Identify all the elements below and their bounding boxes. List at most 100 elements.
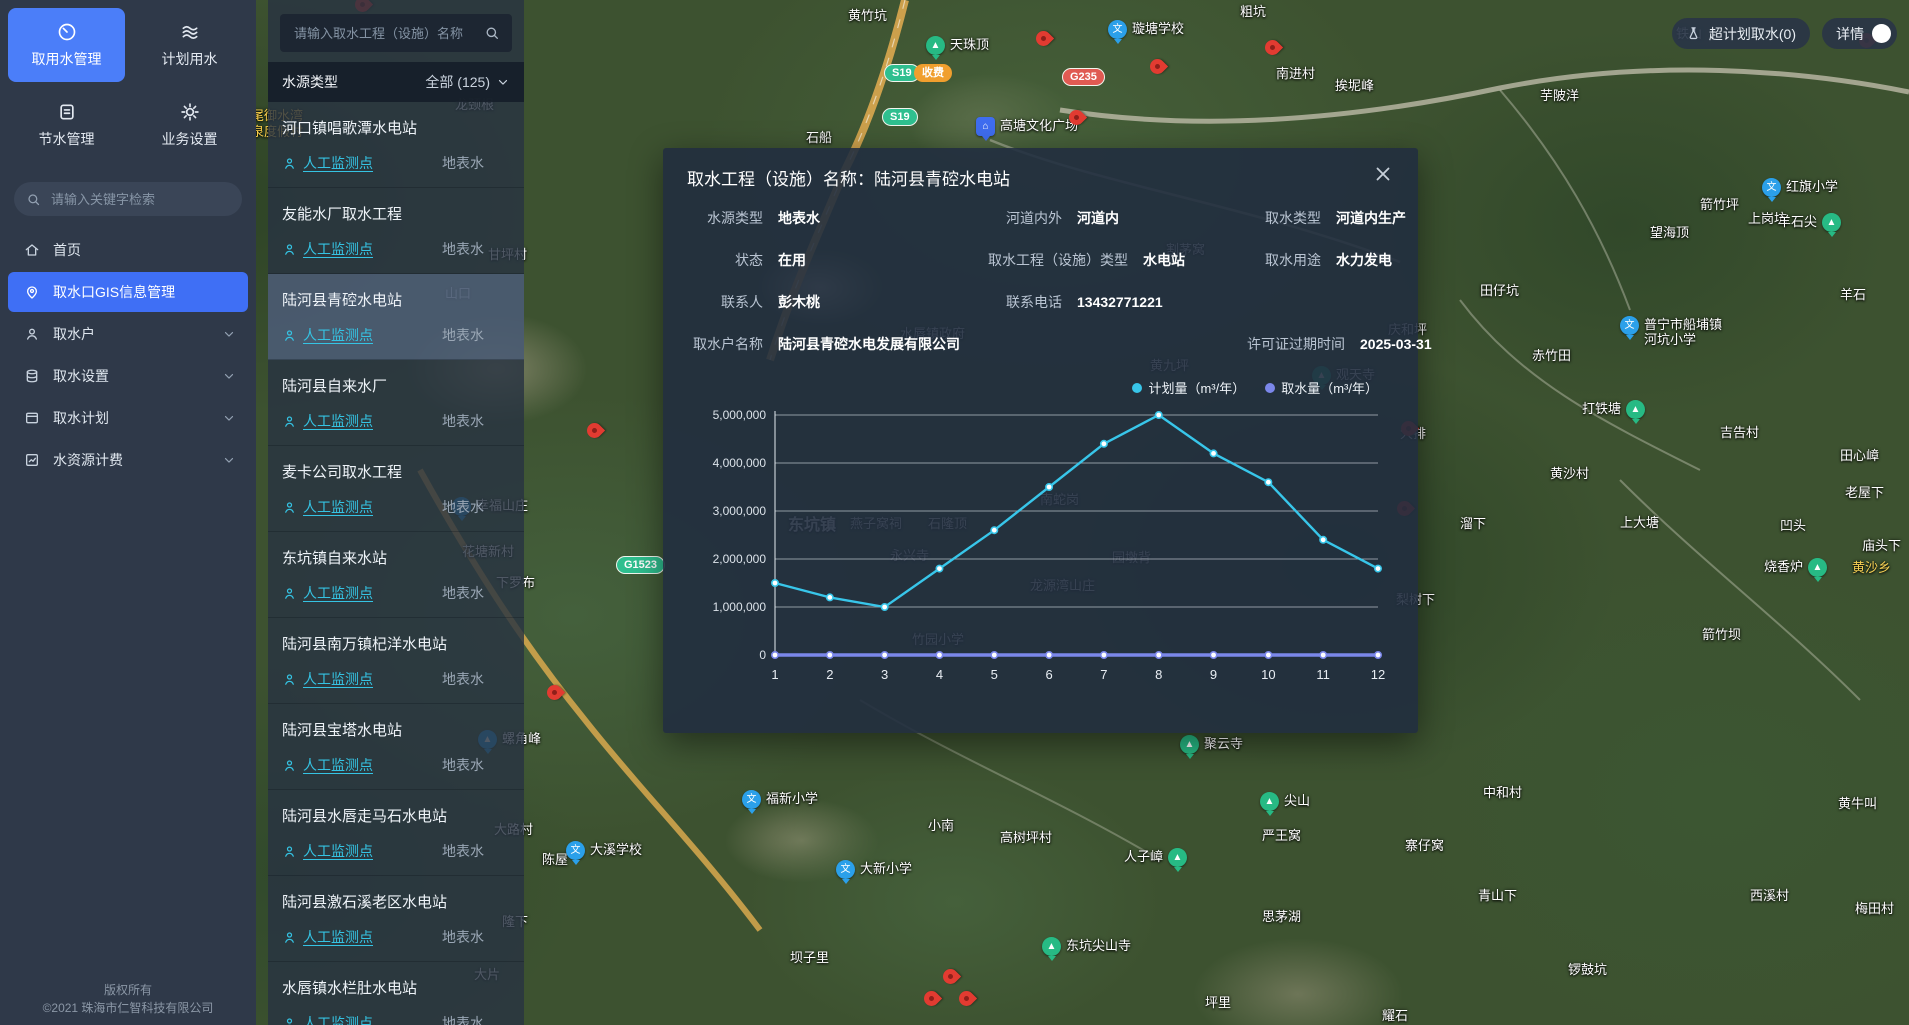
station-search-input[interactable] [292, 25, 484, 42]
module-label: 业务设置 [162, 129, 218, 149]
sidebar-item-label: 首页 [53, 240, 236, 260]
map-pin-icon[interactable] [940, 966, 961, 987]
manual-monitor-link[interactable]: 人工监测点 [282, 497, 442, 517]
map-pin-icon[interactable] [1033, 28, 1054, 49]
station-list-item[interactable]: 陆河县青硿水电站人工监测点地表水 [268, 274, 524, 360]
sidebar-item-intake-gis[interactable]: 取水口GIS信息管理 [8, 272, 248, 312]
map-pin-icon[interactable] [584, 420, 605, 441]
module-water-saving-mgmt[interactable]: 节水管理 [8, 88, 125, 162]
monitor-label: 人工监测点 [303, 583, 373, 603]
station-name: 河口镇唱歌潭水电站 [282, 117, 510, 138]
sidebar-item-intake-plan[interactable]: 取水计划 [8, 398, 248, 438]
app-window: 黄竹坑粗坑南进村挨坭峰芋陂洋铁山石船龙颈根甘坪村山口花塘新村下罗布大路村陈屋隆下… [0, 0, 1909, 1025]
sidebar-item-intake-settings[interactable]: 取水设置 [8, 356, 248, 396]
map-pin-icon[interactable] [1147, 56, 1168, 77]
station-list-item[interactable]: 友能水厂取水工程人工监测点地表水 [268, 188, 524, 274]
svg-text:6: 6 [1045, 667, 1052, 682]
poi-label: 东坑尖山寺 [1066, 938, 1131, 953]
search-icon[interactable] [484, 25, 500, 41]
station-list-item[interactable]: 水唇镇水栏肚水电站人工监测点地表水 [268, 962, 524, 1025]
map-label: 小南 [928, 818, 954, 833]
map-label: 芋陂洋 [1540, 88, 1579, 103]
monitor-label: 人工监测点 [303, 411, 373, 431]
poi-marker-icon: ⌂ [976, 117, 995, 136]
svg-text:3,000,000: 3,000,000 [713, 504, 767, 518]
manual-monitor-link[interactable]: 人工监测点 [282, 583, 442, 603]
road-badge: 收费 [914, 64, 952, 82]
person-icon [282, 328, 297, 343]
poi-label: 聚云寺 [1204, 736, 1243, 751]
station-list-item[interactable]: 陆河县激石溪老区水电站人工监测点地表水 [268, 876, 524, 962]
sidebar-item-water-billing[interactable]: 水资源计费 [8, 440, 248, 480]
station-list-item[interactable]: 河口镇唱歌潭水电站人工监测点地表水 [268, 102, 524, 188]
station-list-item[interactable]: 陆河县自来水厂人工监测点地表水 [268, 360, 524, 446]
manual-monitor-link[interactable]: 人工监测点 [282, 1013, 442, 1025]
sidebar: 取用水管理计划用水节水管理业务设置 首页取水口GIS信息管理取水户取水设置取水计… [0, 0, 256, 1025]
detail-label: 详情 [1836, 24, 1864, 44]
map-label: 高树坪村 [1000, 830, 1052, 845]
manual-monitor-link[interactable]: 人工监测点 [282, 239, 442, 259]
map-label: 锣鼓坑 [1568, 962, 1607, 977]
map-label: 中和村 [1483, 785, 1522, 800]
module-business-settings[interactable]: 业务设置 [131, 88, 248, 162]
modal-fields: 水源类型地表水河道内外河道内取水类型河道内生产状态在用取水工程（设施）类型水电站… [663, 208, 1418, 354]
monitor-label: 人工监测点 [303, 153, 373, 173]
field-label: 取水类型 [1247, 208, 1321, 228]
keyword-search-input[interactable] [49, 191, 230, 208]
map-label: 吉告村 [1720, 425, 1759, 440]
station-list-item[interactable]: 陆河县水唇走马石水电站人工监测点地表水 [268, 790, 524, 876]
field-label: 水源类型 [689, 208, 763, 228]
close-icon[interactable] [1372, 163, 1394, 185]
map-poi-icon: ▲尖山 [1260, 792, 1310, 811]
map-label: 耀石 [1382, 1008, 1408, 1023]
poi-label: 天珠顶 [950, 37, 989, 52]
svg-text:5,000,000: 5,000,000 [713, 408, 767, 422]
module-water-intake-mgmt[interactable]: 取用水管理 [8, 8, 125, 82]
sidebar-item-home[interactable]: 首页 [8, 230, 248, 270]
station-list-item[interactable]: 东坑镇自来水站人工监测点地表水 [268, 532, 524, 618]
module-label: 计划用水 [162, 49, 218, 69]
map-label: 黄沙村 [1550, 466, 1589, 481]
map-pin-icon[interactable] [921, 988, 942, 1009]
poi-marker-icon: 文 [1108, 20, 1127, 39]
map-pin-icon[interactable] [1262, 37, 1283, 58]
map-label: 青山下 [1478, 888, 1517, 903]
manual-monitor-link[interactable]: 人工监测点 [282, 841, 442, 861]
legend-item[interactable]: 计划量（m³/年） [1132, 378, 1245, 397]
manual-monitor-link[interactable]: 人工监测点 [282, 669, 442, 689]
person-icon [282, 672, 297, 687]
manual-monitor-link[interactable]: 人工监测点 [282, 755, 442, 775]
detail-toggle[interactable]: 详情 [1822, 18, 1897, 49]
legend-dot-icon [1132, 383, 1142, 393]
manual-monitor-link[interactable]: 人工监测点 [282, 325, 442, 345]
map-pin-icon[interactable] [544, 682, 565, 703]
station-list-item[interactable]: 陆河县南万镇杞洋水电站人工监测点地表水 [268, 618, 524, 704]
map-label: 老屋下 [1845, 485, 1884, 500]
modal-field: 取水工程（设施）类型水电站 [988, 250, 1243, 270]
map-pin-icon[interactable] [956, 988, 977, 1009]
billing-icon [24, 452, 40, 468]
station-list-item[interactable]: 陆河县宝塔水电站人工监测点地表水 [268, 704, 524, 790]
poi-label: 大溪学校 [590, 842, 642, 857]
station-list-item[interactable]: 麦卡公司取水工程人工监测点地表水 [268, 446, 524, 532]
detail-toggle-knob[interactable] [1872, 24, 1891, 43]
map-poi-icon: ▲天珠顶 [926, 36, 989, 55]
module-planned-water[interactable]: 计划用水 [131, 8, 248, 82]
svg-text:2,000,000: 2,000,000 [713, 552, 767, 566]
sidebar-item-water-users[interactable]: 取水户 [8, 314, 248, 354]
water-source-filter-dropdown[interactable]: 全部 (125) [425, 72, 510, 92]
legend-item[interactable]: 取水量（m³/年） [1265, 378, 1378, 397]
manual-monitor-link[interactable]: 人工监测点 [282, 153, 442, 173]
modal-field: 许可证过期时间2025-03-31 [1247, 334, 1432, 354]
field-value: 13432771221 [1077, 294, 1163, 310]
poi-marker-icon: ▲ [1260, 792, 1279, 811]
manual-monitor-link[interactable]: 人工监测点 [282, 927, 442, 947]
sidebar-item-label: 取水计划 [53, 408, 209, 428]
sidebar-item-label: 取水户 [53, 324, 209, 344]
map-poi-icon: ▲羊石尖 [1778, 213, 1841, 232]
water-type-label: 地表水 [442, 239, 510, 259]
manual-monitor-link[interactable]: 人工监测点 [282, 411, 442, 431]
over-plan-intake-button[interactable]: 超计划取水(0) [1672, 18, 1810, 49]
station-name: 东坑镇自来水站 [282, 547, 510, 568]
poi-marker-icon: 文 [836, 860, 855, 879]
